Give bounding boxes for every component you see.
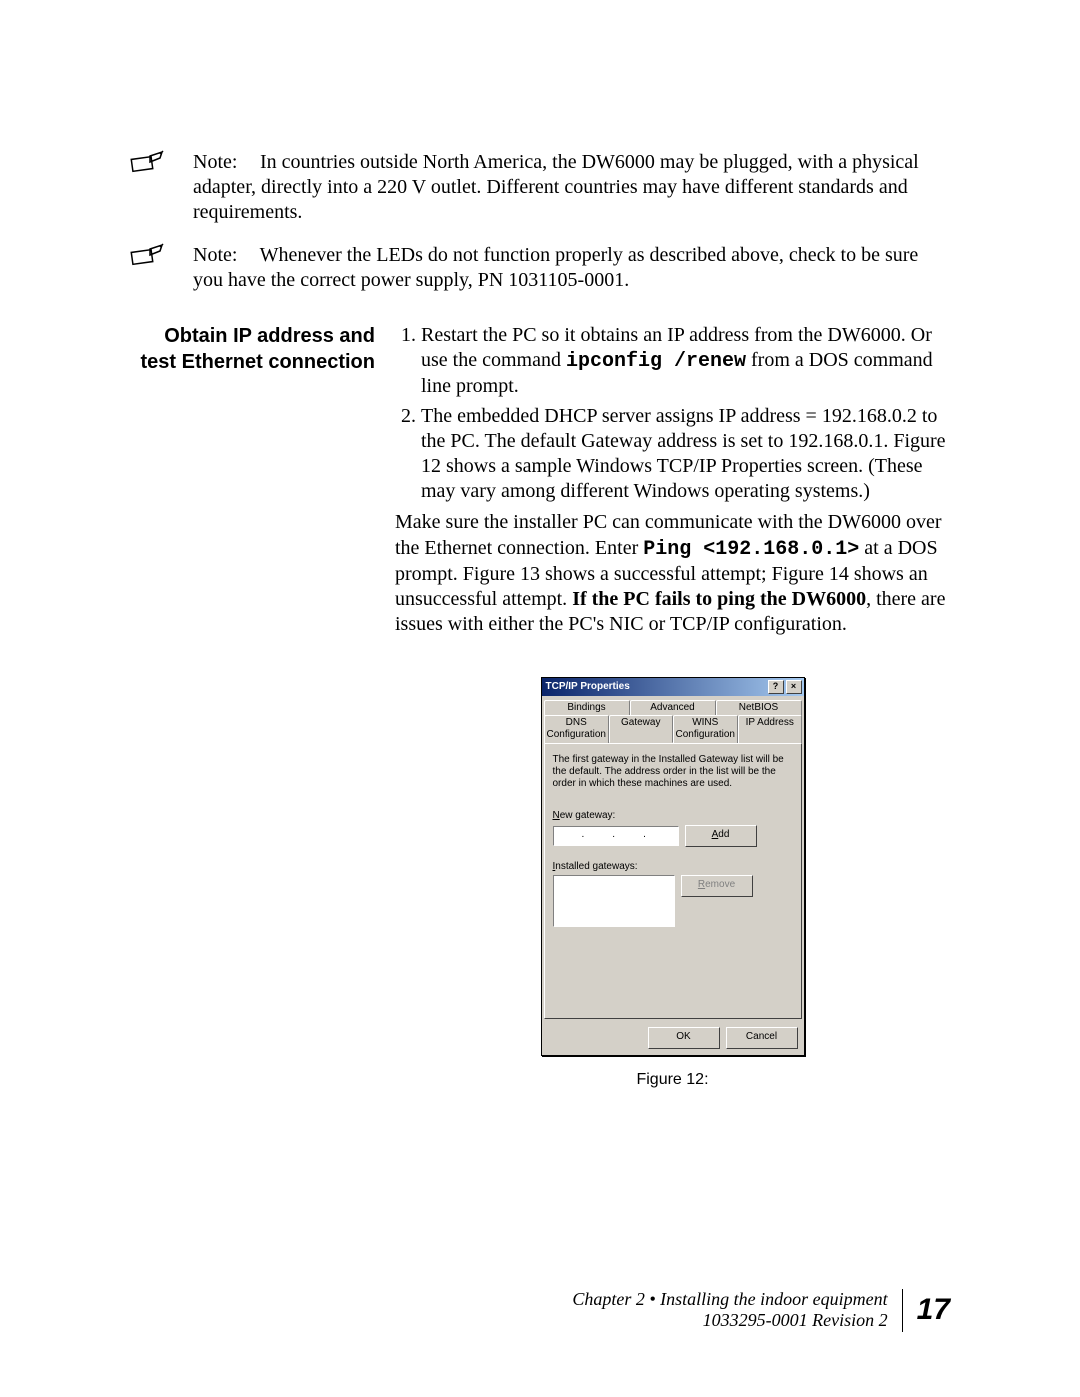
- installed-gateways-list[interactable]: [553, 875, 675, 927]
- new-gateway-row: ... Add: [553, 825, 793, 847]
- tab-panel-gateway: The first gateway in the Installed Gatew…: [544, 743, 802, 1019]
- tcpip-dialog: TCP/IP Properties ? × Bindings Advanced …: [541, 677, 805, 1056]
- note-block-1: Note: In countries outside North America…: [130, 150, 950, 225]
- tab-netbios[interactable]: NetBIOS: [716, 700, 802, 716]
- command-ping: Ping <192.168.0.1>: [643, 538, 859, 561]
- emphasis-fail: If the PC fails to ping the DW6000: [572, 588, 866, 610]
- note-label: Note:: [193, 150, 255, 175]
- side-heading: Obtain IP address and test Ethernet conn…: [130, 323, 395, 375]
- note-text-1: Note: In countries outside North America…: [185, 150, 950, 225]
- footer-meta: Chapter 2 • Installing the indoor equipm…: [572, 1289, 902, 1332]
- note-body-2: Whenever the LEDs do not function proper…: [193, 244, 918, 291]
- tab-gateway[interactable]: Gateway: [609, 715, 673, 743]
- page-footer: Chapter 2 • Installing the indoor equipm…: [572, 1289, 950, 1332]
- paragraph-ping: Make sure the installer PC can communica…: [395, 510, 950, 637]
- installed-gateways-label: Installed gateways:: [553, 861, 793, 874]
- body-column: Restart the PC so it obtains an IP addre…: [395, 323, 950, 1090]
- dialog-buttons: OK Cancel: [542, 1021, 804, 1055]
- tab-advanced[interactable]: Advanced: [630, 700, 716, 716]
- page-content: Note: In countries outside North America…: [130, 150, 950, 1090]
- note-text-2: Note: Whenever the LEDs do not function …: [185, 243, 950, 293]
- panel-description: The first gateway in the Installed Gatew…: [553, 754, 793, 790]
- ok-button[interactable]: OK: [648, 1027, 720, 1049]
- step-1: Restart the PC so it obtains an IP addre…: [421, 323, 950, 400]
- dialog-titlebar[interactable]: TCP/IP Properties ? ×: [542, 678, 804, 696]
- tab-bindings[interactable]: Bindings: [544, 700, 630, 716]
- dialog-title: TCP/IP Properties: [546, 681, 766, 694]
- cancel-button[interactable]: Cancel: [726, 1027, 798, 1049]
- tab-area: Bindings Advanced NetBIOS DNS Configurat…: [542, 696, 804, 1021]
- note-body-1: In countries outside North America, the …: [193, 151, 919, 223]
- tabs-back-row: Bindings Advanced NetBIOS: [544, 700, 802, 716]
- help-button[interactable]: ?: [768, 680, 784, 694]
- command-ipconfig: ipconfig /renew: [566, 350, 746, 373]
- tab-dns[interactable]: DNS Configuration: [544, 715, 609, 743]
- add-button[interactable]: Add: [685, 825, 757, 847]
- new-gateway-label: New gateway:: [553, 810, 793, 823]
- figure-caption: Figure 12:: [636, 1070, 708, 1090]
- page-number: 17: [903, 1293, 950, 1327]
- note-label: Note:: [193, 243, 255, 268]
- tab-ipaddress[interactable]: IP Address: [738, 715, 802, 743]
- step-list: Restart the PC so it obtains an IP addre…: [395, 323, 950, 504]
- step-2: The embedded DHCP server assigns IP addr…: [421, 404, 950, 505]
- close-button[interactable]: ×: [786, 680, 802, 694]
- remove-button[interactable]: Remove: [681, 875, 753, 897]
- footer-chapter: Chapter 2 • Installing the indoor equipm…: [572, 1289, 887, 1311]
- figure-12: TCP/IP Properties ? × Bindings Advanced …: [395, 677, 950, 1090]
- note-icon: [130, 150, 185, 176]
- tabs-front-row: DNS Configuration Gateway WINS Configura…: [544, 715, 802, 743]
- note-block-2: Note: Whenever the LEDs do not function …: [130, 243, 950, 293]
- new-gateway-input[interactable]: ...: [553, 826, 679, 846]
- tab-wins[interactable]: WINS Configuration: [673, 715, 738, 743]
- installed-gateways-group: Installed gateways: Remove: [553, 861, 793, 928]
- section-row: Obtain IP address and test Ethernet conn…: [130, 323, 950, 1090]
- note-icon: [130, 243, 185, 269]
- footer-doc: 1033295-0001 Revision 2: [572, 1310, 887, 1332]
